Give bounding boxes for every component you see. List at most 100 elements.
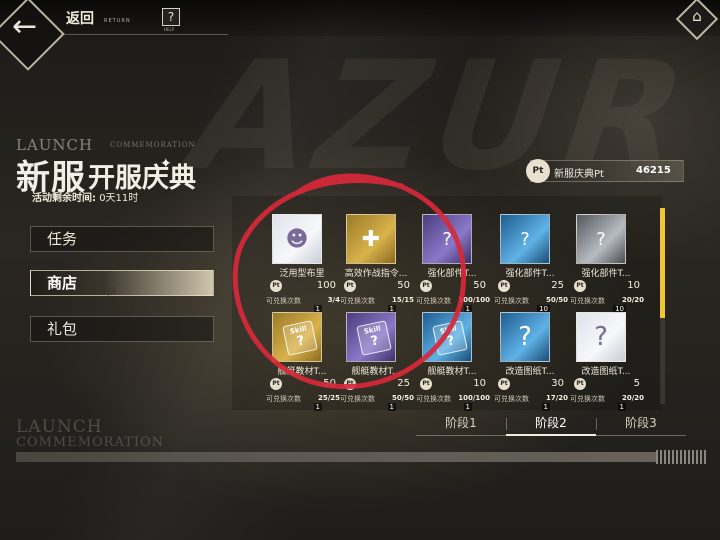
limit-label: 可兑换次数	[416, 395, 451, 403]
limit-label: 可兑换次数	[340, 395, 375, 403]
limit-value: 20/20	[621, 296, 644, 304]
limit-value: 25/25	[317, 394, 340, 402]
help-button[interactable]: ?	[162, 8, 180, 26]
pt-coin-icon: Pt	[344, 378, 356, 390]
commemoration-label: COMMEMORATION	[110, 141, 196, 149]
blueprint-icon: ?	[500, 312, 550, 362]
limit-value: 100/100	[458, 394, 490, 402]
item-name: 舰艇教材T...	[427, 367, 477, 377]
limit-value: 20/20	[621, 394, 644, 402]
skill-card: Skill?	[432, 320, 468, 356]
pt-coin-icon: Pt	[574, 280, 586, 292]
time-remaining-value: 0天11时	[99, 193, 139, 204]
item-price: 10	[627, 280, 640, 291]
time-remaining: 活动剩余时间: 0天11时	[32, 189, 138, 204]
limit-label: 可兑换次数	[494, 395, 529, 403]
tab-stage-1[interactable]: 阶段1	[416, 414, 506, 436]
item-qty: 1	[617, 403, 626, 411]
sparkle-icon: ✦	[160, 156, 172, 172]
top-bar-divider	[58, 34, 228, 35]
shop-item-3[interactable]: ? 1 强化部件T... Pt 50 可兑换次数 100/100	[414, 214, 490, 314]
tab-stage-2[interactable]: 阶段2	[506, 414, 596, 436]
bulin-avatar-icon: ☻	[272, 214, 322, 264]
home-icon: ⌂	[692, 7, 702, 25]
item-name: 改造图纸T...	[581, 367, 631, 377]
item-price: 25	[397, 378, 410, 389]
shop-item-8[interactable]: Skill? 1 舰艇教材T... Pt 10 可兑换次数 100/100	[414, 312, 490, 412]
points-value: 46215	[636, 165, 671, 176]
shop-item-2[interactable]: ✚ 1 高效作战指令... Pt 50 可兑换次数 15/15	[338, 214, 414, 314]
item-name: 高效作战指令...	[344, 269, 408, 279]
item-name: 强化部件T...	[427, 269, 477, 279]
item-qty: 1	[313, 403, 322, 411]
blueprint-icon: ?	[576, 312, 626, 362]
pt-coin-icon: Pt	[420, 280, 432, 292]
pt-coin-icon: Pt	[498, 280, 510, 292]
points-label: 新服庆典Pt	[554, 169, 604, 180]
item-name: 改造图纸T...	[505, 367, 555, 377]
upgrade-part-icon: ?	[422, 214, 472, 264]
skill-book-icon: Skill?	[346, 312, 396, 362]
shop-item-5[interactable]: ? 10 强化部件T... Pt 10 可兑换次数 20/20	[568, 214, 644, 314]
pt-coin-icon: Pt	[420, 378, 432, 390]
shop-item-4[interactable]: ? 10 强化部件T... Pt 25 可兑换次数 50/50	[492, 214, 568, 314]
pt-coin-icon: Pt	[270, 378, 282, 390]
limit-label: 可兑换次数	[416, 297, 451, 305]
barcode-decor	[656, 450, 706, 464]
menu-item-tasks[interactable]: 任务	[30, 226, 214, 252]
pt-coin-icon: Pt	[270, 280, 282, 292]
stage-tabs: 阶段1 阶段2 阶段3	[416, 414, 686, 436]
item-price: 5	[633, 378, 640, 389]
item-price: 25	[551, 280, 564, 291]
item-price: 10	[473, 378, 486, 389]
bottom-decor-bar	[16, 452, 656, 462]
shop-item-1[interactable]: ☻ 1 泛用型布里 Pt 100 可兑换次数 3/4	[264, 214, 340, 314]
item-name: 舰艇教材T...	[351, 367, 401, 377]
limit-value: 50/50	[391, 394, 414, 402]
shop-item-10[interactable]: ? 1 改造图纸T... Pt 5 可兑换次数 20/20	[568, 312, 644, 412]
pt-coin-icon: Pt	[498, 378, 510, 390]
launch-watermark-bottom: LAUNCH	[16, 417, 103, 437]
item-price: 50	[397, 280, 410, 291]
upgrade-part-icon: ?	[576, 214, 626, 264]
scrollbar-thumb[interactable]	[660, 208, 665, 318]
limit-value: 100/100	[458, 296, 490, 304]
shop-item-7[interactable]: Skill? 1 舰艇教材T... Pt 25 可兑换次数 50/50	[338, 312, 414, 412]
pt-coin-icon: Pt	[344, 280, 356, 292]
item-price: 30	[551, 378, 564, 389]
arrow-left-icon: ←	[12, 9, 38, 44]
limit-label: 可兑换次数	[494, 297, 529, 305]
time-remaining-label: 活动剩余时间:	[32, 193, 96, 204]
pt-coin-icon: Pt	[526, 159, 550, 183]
upgrade-part-icon: ?	[500, 214, 550, 264]
item-name: 强化部件T...	[581, 269, 631, 279]
menu-item-packs[interactable]: 礼包	[30, 316, 214, 342]
commemoration-watermark-bottom: COMMEMORATION	[16, 435, 164, 450]
item-price: 100	[316, 280, 336, 291]
menu-item-shop[interactable]: 商店	[30, 270, 214, 296]
shop-item-6[interactable]: Skill? 1 舰艇教材T... Pt 50 可兑换次数 25/25	[264, 312, 340, 412]
help-sub-label: HELP	[164, 27, 175, 32]
skill-book-icon: Skill?	[272, 312, 322, 362]
pt-coin-icon: Pt	[574, 378, 586, 390]
item-name: 泛用型布里	[279, 269, 325, 279]
item-qty: 1	[541, 403, 550, 411]
item-price: 50	[323, 378, 336, 389]
tab-stage-3[interactable]: 阶段3	[596, 414, 686, 436]
skill-book-icon: Skill?	[422, 312, 472, 362]
limit-value: 15/15	[391, 296, 414, 304]
back-label[interactable]: 返回	[66, 8, 94, 28]
item-price: 50	[473, 280, 486, 291]
skill-card: Skill?	[282, 320, 318, 356]
limit-value: 50/50	[545, 296, 568, 304]
skill-card: Skill?	[356, 320, 392, 356]
limit-value: 17/20	[545, 394, 568, 402]
item-qty: 1	[387, 403, 396, 411]
limit-label: 可兑换次数	[266, 297, 301, 305]
command-book-icon: ✚	[346, 214, 396, 264]
limit-label: 可兑换次数	[266, 395, 301, 403]
shop-item-9[interactable]: ? 1 改造图纸T... Pt 30 可兑换次数 17/20	[492, 312, 568, 412]
limit-label: 可兑换次数	[340, 297, 375, 305]
back-sub-label: RETURN	[104, 18, 131, 24]
limit-label: 可兑换次数	[570, 297, 605, 305]
